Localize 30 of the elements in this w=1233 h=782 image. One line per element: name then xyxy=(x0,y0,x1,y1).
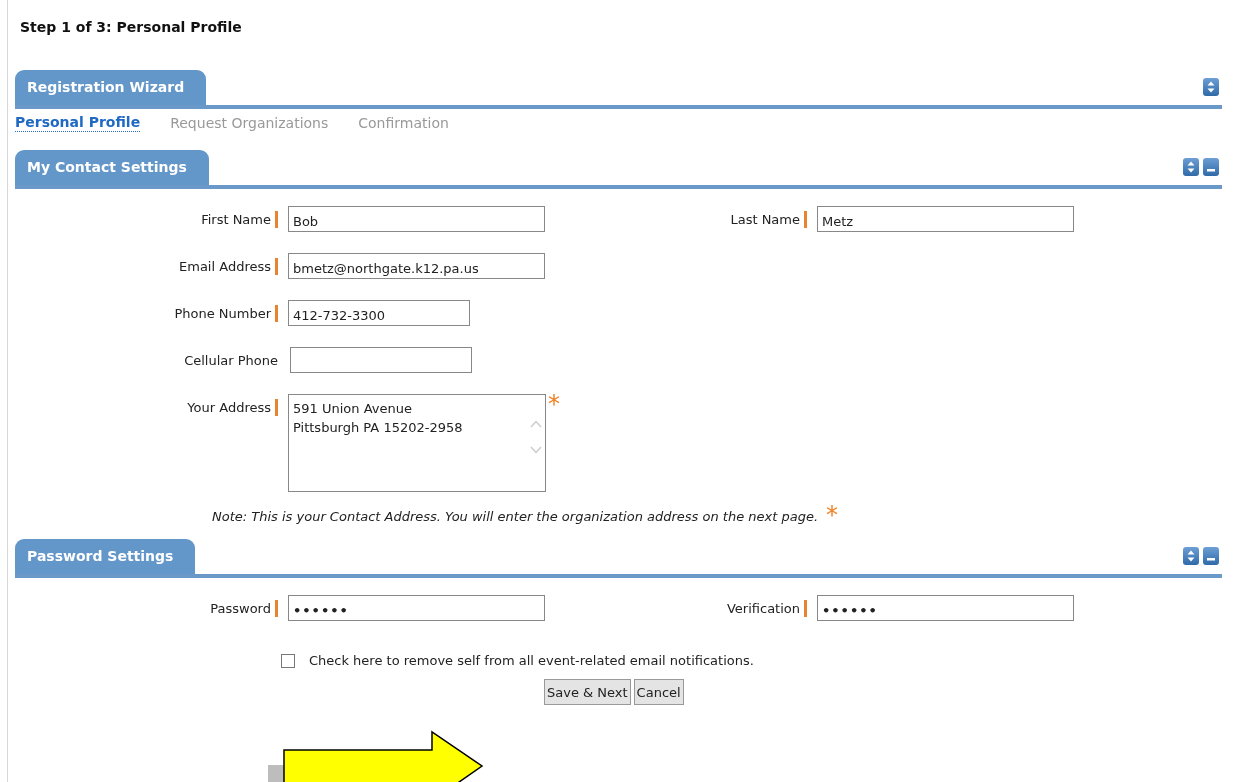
asterisk: * xyxy=(826,504,838,526)
field-label: Password xyxy=(210,600,271,616)
password-field[interactable]: •••••• xyxy=(817,595,1074,621)
text-field[interactable]: Bob xyxy=(288,206,545,232)
minimize-icon[interactable] xyxy=(1203,158,1219,176)
field-label: First Name xyxy=(201,211,271,227)
text-field[interactable]: 412-732-3300 xyxy=(288,300,470,326)
field-label: Cellular Phone xyxy=(184,352,278,368)
expand-collapse-icon[interactable] xyxy=(1183,547,1199,565)
text-field[interactable]: Metz xyxy=(817,206,1074,232)
field-label: Verification xyxy=(726,600,800,616)
note-text: Note: This is your Contact Address. You will enter the organization address on the next page. xyxy=(212,508,820,526)
asterisk: * xyxy=(548,394,560,414)
field-label: Phone Number xyxy=(174,305,271,321)
expand-collapse-icon[interactable] xyxy=(1183,158,1199,176)
checkbox-label: Check here to remove self from all event-related email notifications. xyxy=(309,653,754,668)
wizard-step[interactable]: Personal Profile xyxy=(15,114,141,132)
text-field[interactable]: bmetz@northgate.k12.pa.us xyxy=(288,253,545,279)
partial-block xyxy=(268,765,284,782)
field-label: Last Name xyxy=(730,211,800,227)
expand-collapse-icon[interactable] xyxy=(1203,78,1219,96)
field-label: Your Address xyxy=(187,399,271,415)
minimize-icon[interactable] xyxy=(1203,547,1219,565)
checkbox[interactable] xyxy=(281,653,295,668)
cancel-button[interactable]: Cancel xyxy=(633,679,684,705)
field-label: Email Address xyxy=(179,258,271,274)
page-title: Step 1 of 3: Personal Profile xyxy=(20,18,243,37)
save-button[interactable]: Save & Next xyxy=(544,679,631,705)
text-field[interactable] xyxy=(290,347,472,373)
password-field[interactable]: •••••• xyxy=(288,595,545,621)
